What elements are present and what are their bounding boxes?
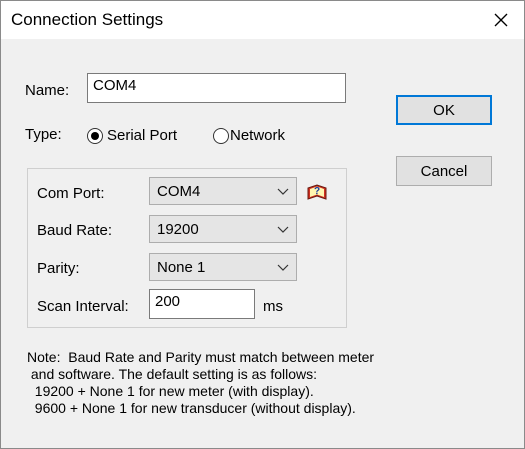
network-label[interactable]: Network bbox=[230, 127, 285, 144]
scan-interval-label: Scan Interval: bbox=[37, 298, 129, 315]
baud-rate-value: 19200 bbox=[157, 221, 199, 238]
close-icon bbox=[494, 13, 508, 27]
chevron-down-icon bbox=[277, 188, 289, 195]
note-line: 9600 + None 1 for new transducer (withou… bbox=[27, 400, 356, 416]
name-label: Name: bbox=[25, 82, 70, 99]
title-bar: Connection Settings bbox=[1, 1, 524, 39]
name-input[interactable]: COM4 bbox=[87, 73, 346, 103]
serial-port-radio[interactable] bbox=[87, 128, 103, 144]
com-port-value: COM4 bbox=[157, 183, 201, 200]
svg-text:?: ? bbox=[314, 186, 320, 197]
ok-button[interactable]: OK bbox=[396, 95, 492, 125]
parity-label: Parity: bbox=[37, 260, 80, 277]
baud-rate-select[interactable]: 19200 bbox=[149, 215, 297, 243]
scan-interval-input[interactable]: 200 bbox=[149, 289, 255, 319]
serial-port-label[interactable]: Serial Port bbox=[107, 127, 177, 144]
chevron-down-icon bbox=[277, 226, 289, 233]
connection-settings-dialog: Connection Settings Name: COM4 Type: Ser… bbox=[0, 0, 525, 449]
parity-value: None 1 bbox=[157, 259, 206, 276]
baud-rate-label: Baud Rate: bbox=[37, 222, 113, 239]
cancel-button[interactable]: Cancel bbox=[396, 156, 492, 186]
help-book-icon[interactable]: ? bbox=[306, 181, 328, 203]
type-label: Type: bbox=[25, 126, 62, 143]
default-settings-note: Note: Baud Rate and Parity must match be… bbox=[27, 349, 374, 417]
radio-selected-dot bbox=[91, 132, 99, 140]
com-port-select[interactable]: COM4 bbox=[149, 177, 297, 205]
note-line: and software. The default setting is as … bbox=[27, 366, 318, 382]
parity-select[interactable]: None 1 bbox=[149, 253, 297, 281]
chevron-down-icon bbox=[277, 264, 289, 271]
note-line: 19200 + None 1 for new meter (with displ… bbox=[27, 383, 314, 399]
dialog-title: Connection Settings bbox=[11, 10, 164, 29]
close-button[interactable] bbox=[478, 1, 524, 39]
note-line: Note: Baud Rate and Parity must match be… bbox=[27, 349, 375, 365]
scan-interval-unit: ms bbox=[263, 298, 283, 315]
com-port-label: Com Port: bbox=[37, 185, 105, 202]
network-radio[interactable] bbox=[213, 128, 229, 144]
